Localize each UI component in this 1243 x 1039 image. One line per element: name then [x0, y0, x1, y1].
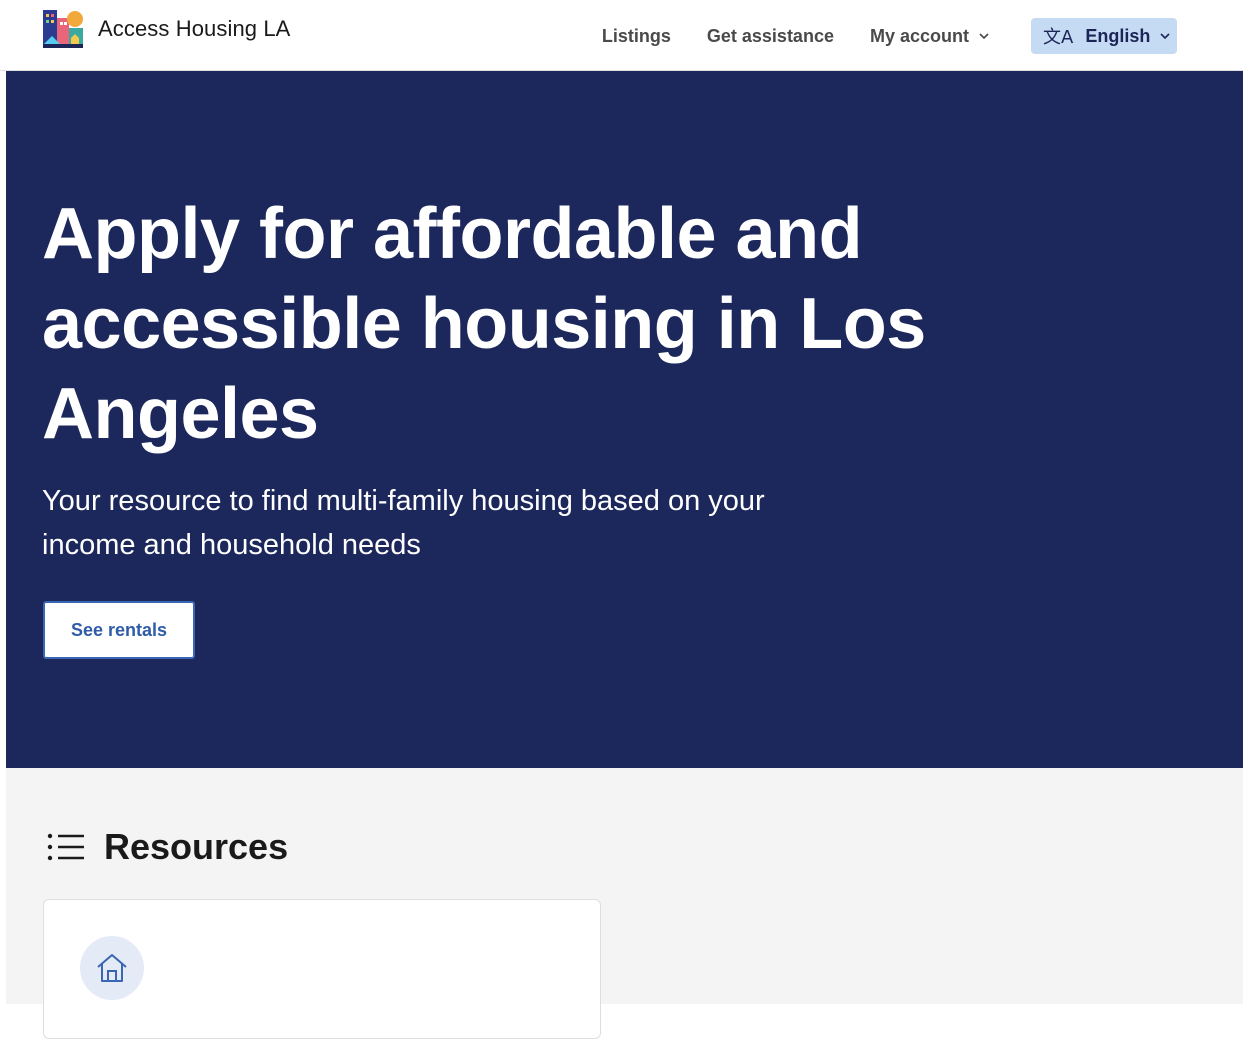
resources-section: Resources — [6, 768, 1243, 1039]
city-buildings-logo-icon — [43, 10, 83, 48]
nav-get-assistance-link[interactable]: Get assistance — [707, 26, 834, 47]
resources-title: Resources — [104, 826, 289, 867]
chevron-down-icon — [1160, 33, 1170, 40]
see-rentals-button[interactable]: See rentals — [43, 601, 195, 659]
brand-link[interactable]: Access Housing LA — [42, 8, 290, 50]
language-select-button[interactable]: 文A English — [1031, 18, 1177, 54]
hero-title: Apply for affordable and accessible hous… — [42, 194, 926, 454]
language-label: English — [1085, 25, 1151, 46]
resources-heading: Resources — [46, 826, 288, 868]
list-icon — [47, 833, 84, 861]
translate-icon: 文A — [1043, 27, 1074, 48]
resource-card[interactable] — [43, 899, 601, 1039]
hero-subtitle: Your resource to find multi-family housi… — [42, 485, 765, 561]
hero-section: Apply for affordable and accessible hous… — [6, 71, 1243, 768]
home-icon — [97, 954, 127, 982]
chevron-down-icon — [979, 33, 989, 40]
nav-listings-link[interactable]: Listings — [602, 26, 671, 47]
site-header: Access Housing LA Listings Get assistanc… — [0, 0, 1243, 71]
brand-name: Access Housing LA — [98, 16, 291, 41]
my-account-label: My account — [869, 25, 969, 46]
nav-my-account-dropdown[interactable]: My account — [870, 26, 991, 47]
main-nav: Listings Get assistance My account 文A En… — [602, 18, 1177, 54]
resource-card-icon-wrap — [80, 936, 144, 1000]
